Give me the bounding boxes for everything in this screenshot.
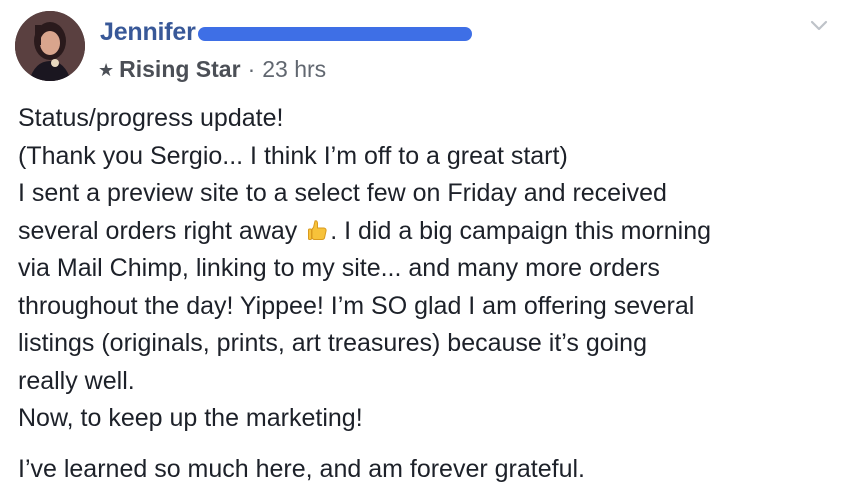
chevron-down-icon[interactable] bbox=[806, 12, 832, 38]
author-line: Jennifer bbox=[100, 14, 472, 50]
thumbs-up-emoji-icon bbox=[306, 216, 330, 240]
author-avatar[interactable] bbox=[15, 11, 85, 81]
post-body: Status/progress update! (Thank you Sergi… bbox=[18, 100, 838, 438]
post-card: Jennifer ★ Rising Star · 23 hrs Status/p… bbox=[0, 0, 844, 502]
body-line: via Mail Chimp, linking to my site... an… bbox=[18, 254, 660, 282]
star-icon: ★ bbox=[98, 59, 115, 80]
redaction-bar bbox=[197, 27, 472, 41]
body-line: several orders right away bbox=[18, 216, 305, 245]
body-line: I sent a preview site to a select few on… bbox=[18, 179, 667, 207]
author-name[interactable]: Jennifer bbox=[100, 18, 196, 47]
body-line: really well. bbox=[18, 366, 135, 395]
avatar-image bbox=[15, 11, 85, 81]
body-line: (Thank you Sergio... I think I’m off to … bbox=[18, 141, 568, 170]
post-body-paragraph: I’ve learned so much here, and am foreve… bbox=[18, 455, 585, 483]
body-line: . I did a big campaign this morning bbox=[330, 216, 711, 245]
post-meta: ★ Rising Star · 23 hrs bbox=[98, 56, 326, 83]
post-timestamp[interactable]: 23 hrs bbox=[262, 56, 326, 83]
body-line: Status/progress update! bbox=[18, 104, 284, 132]
member-badge[interactable]: Rising Star bbox=[119, 56, 240, 83]
body-line: throughout the day! Yippee! I’m SO glad … bbox=[18, 291, 695, 320]
body-line: listings (originals, prints, art treasur… bbox=[18, 329, 647, 357]
meta-separator: · bbox=[247, 56, 256, 82]
body-line: Now, to keep up the marketing! bbox=[18, 404, 363, 432]
